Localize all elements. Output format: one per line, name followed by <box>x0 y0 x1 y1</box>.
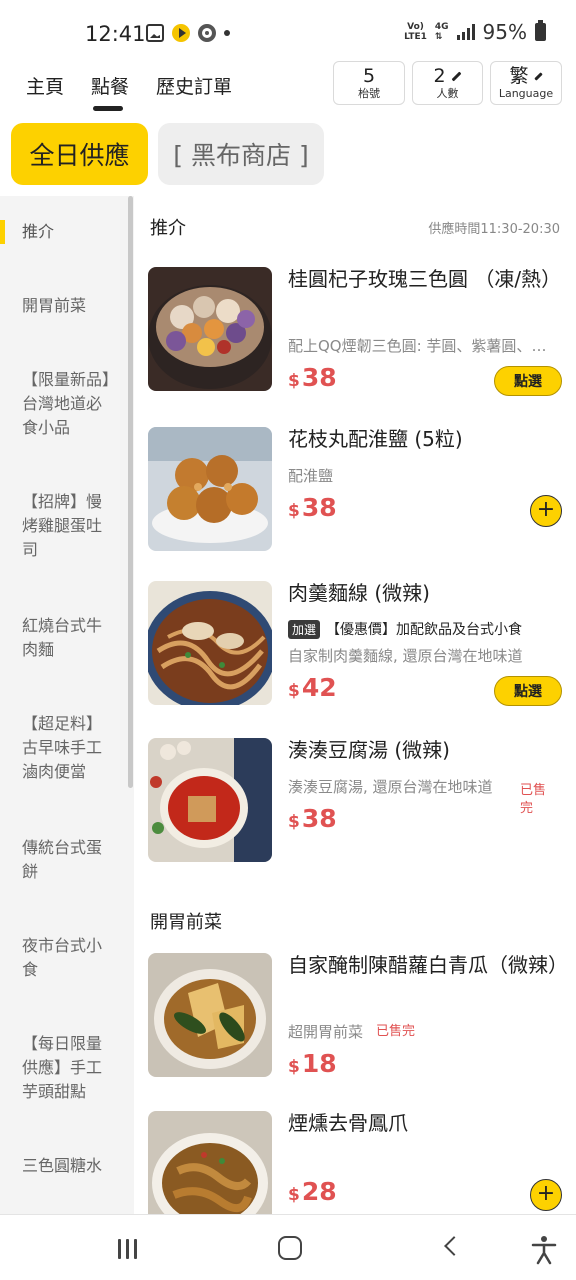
menu-item[interactable]: 桂圓杞子玫瑰三色圓 （凍/熱） 配上QQ煙韌三色圓: 芋圓、紫薯圓、番薯圓 $3… <box>148 267 562 396</box>
status-bar: 12:41 Vo) LTE1 4G ⇅ 95% <box>0 0 576 62</box>
menu-item: 湊湊豆腐湯 (微辣) 湊湊豆腐湯, 還原台灣在地味道 已售完 $38 <box>148 738 562 863</box>
home-icon[interactable] <box>278 1236 302 1260</box>
recent-apps-icon[interactable] <box>118 1239 137 1259</box>
menu-item: 自家醃制陳醋蘿白青瓜（微辣） 超開胃前菜 已售完 $18 <box>148 953 568 1078</box>
pickled-cucumber-photo <box>148 953 272 1077</box>
item-name: 桂圓杞子玫瑰三色圓 （凍/熱） <box>288 267 562 291</box>
back-icon[interactable] <box>444 1236 464 1256</box>
table-number: 5 <box>362 65 376 87</box>
edit-icon <box>451 71 461 82</box>
item-description: 自家制肉羹麵線, 還原台灣在地味道 <box>288 647 523 665</box>
black-cloth-shop-button[interactable]: [ 黑布商店 ] <box>158 123 324 185</box>
item-price: $38 <box>288 804 337 833</box>
item-description: 配淮鹽 <box>288 467 334 485</box>
top-navigation: 主頁 點餐 歷史訂單 5 枱號 2 人數 繁 Language <box>0 61 576 118</box>
sidebar-item-taro-dessert[interactable]: 【每日限量供應】手工芋頭甜點 <box>22 1032 114 1104</box>
all-day-menu-button[interactable]: 全日供應 <box>11 123 148 185</box>
people-count-button[interactable]: 2 人數 <box>412 61 483 105</box>
sidebar-item-beef-noodles[interactable]: 紅燒台式牛肉麵 <box>22 614 114 662</box>
language-value: 繁 <box>509 65 529 87</box>
play-icon <box>172 24 190 42</box>
status-time: 12:41 <box>85 22 146 46</box>
category-sidebar: 推介 開胃前菜 【限量新品】台灣地道必食小品 【招牌】慢烤雞腿蛋吐司 紅燒台式牛… <box>0 196 134 1214</box>
item-price: $42 <box>288 673 337 702</box>
people-count: 2 <box>433 65 446 87</box>
menu-content: 推介 供應時間11:30-20:30 桂圓杞子玫瑰三色圓 （凍/熱） 配上QQ煙… <box>134 196 576 1214</box>
item-name: 煙燻去骨鳳爪 <box>288 1111 408 1135</box>
edit-icon <box>533 72 543 81</box>
network-type: 4G ⇅ <box>434 22 449 42</box>
active-category-indicator <box>0 220 5 244</box>
sidebar-item-braised-pork-rice[interactable]: 【超足料】古早味手工滷肉便當 <box>22 712 114 784</box>
system-nav-bar <box>0 1214 576 1280</box>
add-button[interactable]: + <box>530 1179 562 1211</box>
item-name: 肉羹麵線 (微辣) <box>288 581 430 605</box>
item-description: 湊湊豆腐湯, 還原台灣在地味道 <box>288 778 493 796</box>
language-label: Language <box>498 87 554 100</box>
tab-home[interactable]: 主頁 <box>26 72 64 99</box>
battery-percent: 95% <box>482 20 527 44</box>
chicken-feet-photo <box>148 1111 272 1214</box>
sidebar-item-chicken-toast[interactable]: 【招牌】慢烤雞腿蛋吐司 <box>22 490 114 562</box>
item-name: 湊湊豆腐湯 (微辣) <box>288 738 450 762</box>
select-button[interactable]: 點選 <box>494 366 562 396</box>
item-name: 自家醃制陳醋蘿白青瓜（微辣） <box>288 953 568 977</box>
signal-icon <box>456 24 475 40</box>
sidebar-item-recommended[interactable]: 推介 <box>22 220 114 244</box>
service-hours: 供應時間11:30-20:30 <box>428 222 560 237</box>
select-button[interactable]: 點選 <box>494 676 562 706</box>
item-price: $38 <box>288 493 337 522</box>
sidebar-item-appetizers[interactable]: 開胃前菜 <box>22 294 114 318</box>
item-price: $28 <box>288 1177 337 1206</box>
section-title: 推介 <box>150 218 186 239</box>
sidebar-item-egg-crepe[interactable]: 傳統台式蛋餅 <box>22 836 114 884</box>
item-description: 超開胃前菜 <box>288 1023 364 1041</box>
people-count-label: 人數 <box>436 87 459 100</box>
cuttlefish-ball-photo <box>148 427 272 551</box>
dessert-photo <box>148 267 272 391</box>
tofu-soup-photo <box>148 738 272 862</box>
sidebar-item-tricolor-balls[interactable]: 三色圓糖水 <box>22 1154 114 1178</box>
sidebar-scrollbar[interactable] <box>128 196 133 788</box>
item-promo: 加選 【優惠價】加配飲品及台式小食 <box>288 619 558 639</box>
add-button[interactable]: + <box>530 495 562 527</box>
item-price: $18 <box>288 1049 337 1078</box>
language-button[interactable]: 繁 Language <box>490 61 562 105</box>
system-icons: Vo) LTE1 4G ⇅ 95% <box>404 20 546 44</box>
sold-out-label: 已售完 <box>520 783 547 816</box>
table-number-box[interactable]: 5 枱號 <box>333 61 405 105</box>
more-notifications-dot-icon <box>224 30 230 36</box>
volte-indicator: Vo) LTE1 <box>404 22 427 42</box>
menu-item[interactable]: 花枝丸配淮鹽 (5粒) 配淮鹽 $38 + <box>148 427 562 552</box>
addon-tag: 加選 <box>288 620 321 639</box>
menu-item[interactable]: 煙燻去骨鳳爪 $28 + <box>148 1111 562 1214</box>
table-number-label: 枱號 <box>358 87 380 100</box>
item-name: 花枝丸配淮鹽 (5粒) <box>288 427 463 451</box>
sidebar-item-night-market-snacks[interactable]: 夜市台式小食 <box>22 934 114 982</box>
item-price: $38 <box>288 363 337 392</box>
gallery-icon <box>146 24 164 42</box>
sold-out-label: 已售完 <box>376 1024 416 1039</box>
active-tab-indicator <box>93 106 123 111</box>
sidebar-item-limited-snacks[interactable]: 【限量新品】台灣地道必食小品 <box>22 368 114 440</box>
accessibility-icon[interactable] <box>530 1235 558 1265</box>
tab-order[interactable]: 點餐 <box>91 72 129 99</box>
battery-icon <box>535 20 546 41</box>
tab-order-history[interactable]: 歷史訂單 <box>156 72 232 99</box>
notification-icons <box>146 24 230 42</box>
menu-item[interactable]: 肉羹麵線 (微辣) 加選 【優惠價】加配飲品及台式小食 自家制肉羹麵線, 還原台灣… <box>148 581 562 706</box>
oyster-noodles-photo <box>148 581 272 705</box>
section-title: 開胃前菜 <box>150 912 222 933</box>
chrome-icon <box>198 24 216 42</box>
item-description: 配上QQ煙韌三色圓: 芋圓、紫薯圓、番薯圓 <box>288 337 553 355</box>
